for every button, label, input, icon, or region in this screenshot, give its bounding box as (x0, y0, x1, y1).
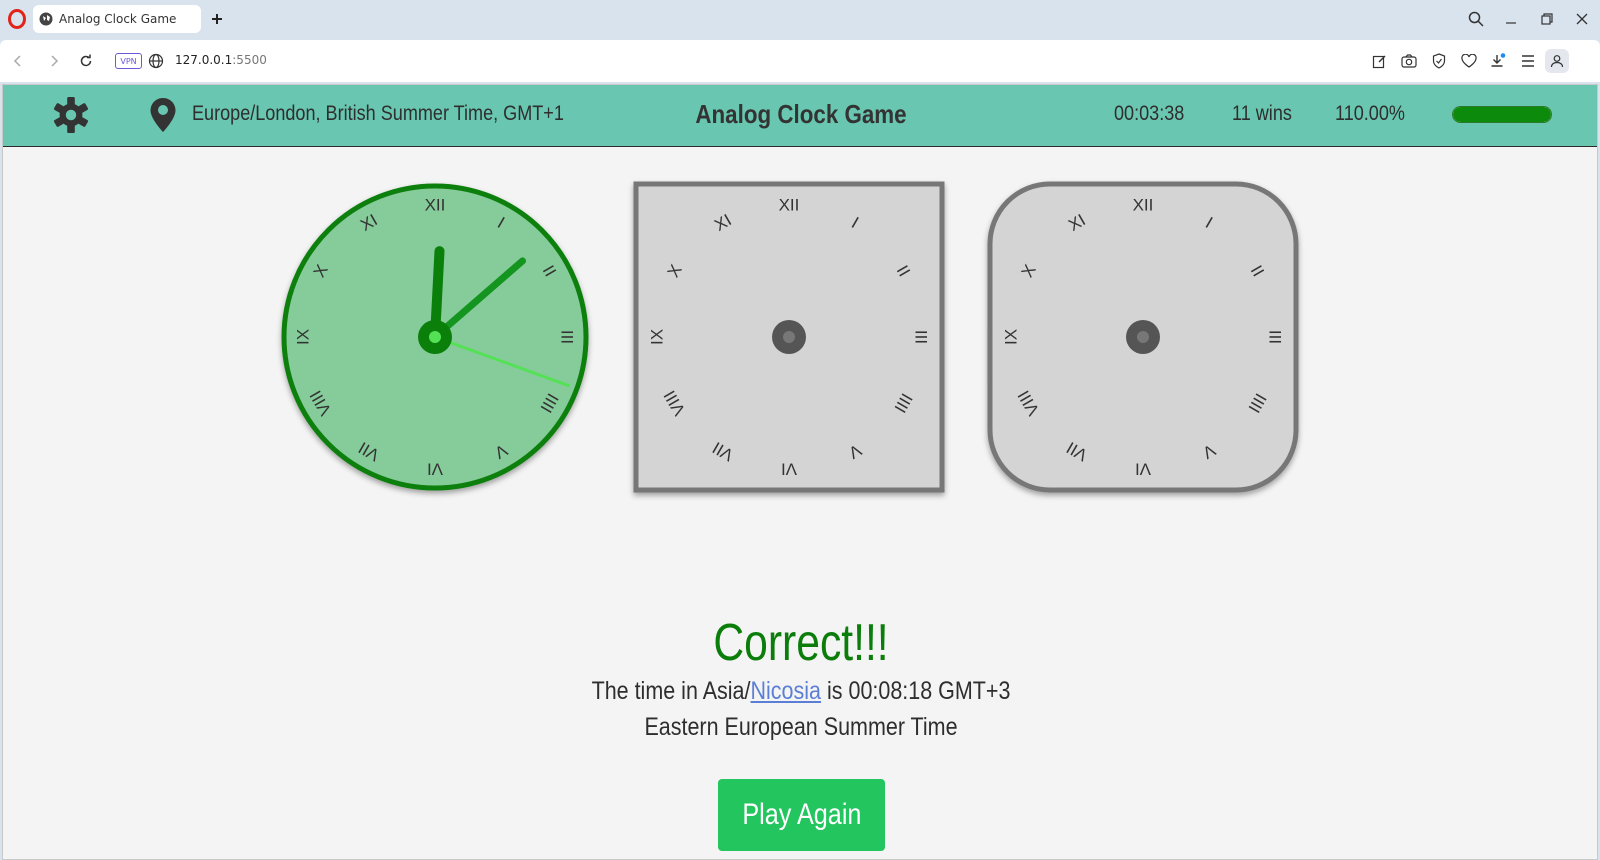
camera-icon (1401, 54, 1417, 68)
new-tab-button[interactable] (208, 10, 226, 28)
url-host: 127.0.0.1 (175, 53, 233, 67)
url-field[interactable]: 127.0.0.1:5500 (175, 53, 267, 67)
restore-button[interactable] (1536, 8, 1558, 30)
menu-lines-icon (1522, 55, 1534, 67)
clock-hub-center (429, 331, 441, 343)
profile-button[interactable] (1545, 49, 1569, 73)
clock-option-rounded-square[interactable]: XII I II III IIII V VI VII VIII IX X XI (987, 181, 1299, 493)
url-port: :5500 (232, 53, 267, 67)
page-title: Analog Clock Game (695, 99, 907, 129)
clock-face-svg: XIIIIIIIIIIIIVVIVIIVIIIIXXXI (987, 181, 1299, 493)
clock-hub-center (783, 331, 795, 343)
forward-button[interactable] (44, 51, 64, 71)
tab-title: Analog Clock Game (59, 12, 177, 26)
game-header: Europe/London, British Summer Time, GMT+… (3, 85, 1597, 147)
search-tabs-button[interactable] (1465, 8, 1487, 30)
result-suffix: is 00:08:18 GMT+3 (821, 677, 1011, 705)
plus-icon (212, 14, 222, 24)
back-button[interactable] (8, 51, 28, 71)
play-again-button[interactable]: Play Again (718, 779, 885, 851)
heart-icon (1461, 54, 1477, 68)
result-prefix: The time in Asia/ (591, 677, 751, 705)
chevron-left-icon (13, 55, 21, 67)
clock-numeral: VI (1135, 460, 1151, 479)
result-time-line: The time in Asia/Nicosia is 00:08:18 GMT… (115, 677, 1488, 706)
downloads-button[interactable] (1489, 52, 1507, 70)
shield-icon (1432, 53, 1446, 69)
clock-numeral: XII (1133, 196, 1154, 215)
clock-face-svg: XIIIIIIIIIIIIVVIVIIVIIIIXXXI (633, 181, 945, 493)
user-icon (1550, 55, 1564, 68)
close-window-button[interactable] (1571, 8, 1593, 30)
vpn-badge[interactable]: VPN (115, 53, 142, 69)
favorites-button[interactable] (1460, 52, 1478, 70)
wins-count: 11 wins (1232, 102, 1292, 125)
browser-tab-bar: Analog Clock Game (0, 0, 1600, 38)
globe-favicon-icon (39, 12, 53, 26)
adblock-button[interactable] (1430, 52, 1448, 70)
reload-icon (80, 54, 92, 67)
clock-numeral: IX (1002, 329, 1021, 345)
tab-analog-clock-game[interactable]: Analog Clock Game (33, 5, 201, 33)
restore-icon (1541, 13, 1553, 25)
clock-option-square[interactable]: XII I II III IIII V VI VII VIII IX X XI (633, 181, 945, 493)
result-zone-name: Eastern European Summer Time (644, 713, 958, 741)
score-percent: 110.00% (1335, 102, 1405, 125)
page-viewport: Europe/London, British Summer Time, GMT+… (2, 84, 1598, 860)
search-icon (1468, 11, 1484, 27)
clock-numeral: XII (779, 196, 800, 215)
clock-hub-center (1137, 331, 1149, 343)
minimize-button[interactable] (1500, 8, 1522, 30)
location-pin-icon[interactable] (149, 97, 177, 133)
city-link[interactable]: Nicosia (751, 677, 822, 705)
minimize-icon (1506, 22, 1516, 24)
clock-numeral: VI (427, 460, 443, 479)
clock-numeral: III (912, 330, 931, 344)
reload-button[interactable] (76, 51, 96, 71)
download-icon (1491, 53, 1506, 67)
site-info-globe-icon[interactable] (148, 53, 164, 69)
close-icon (1576, 13, 1588, 25)
timezone-label: Europe/London, British Summer Time, GMT+… (192, 102, 564, 125)
result-heading: Correct!!! (713, 614, 889, 672)
easy-setup-button[interactable] (1519, 52, 1537, 70)
edit-icon (1372, 55, 1385, 68)
clock-face-svg: XIIIIIIIIIIIIVVIVIIVIIIIXXXI (281, 183, 589, 491)
camera-button[interactable] (1400, 52, 1418, 70)
opera-logo-icon[interactable] (8, 9, 26, 29)
clock-numeral: III (1266, 330, 1285, 344)
clock-numeral: III (558, 330, 577, 344)
play-again-label: Play Again (741, 798, 862, 831)
clock-numeral: IX (294, 329, 313, 345)
score-progress-fill (1453, 107, 1551, 122)
clock-numeral: VI (781, 460, 797, 479)
address-bar: VPN 127.0.0.1:5500 (0, 40, 1600, 114)
settings-gear-icon[interactable] (52, 96, 90, 134)
snapshot-edit-button[interactable] (1370, 52, 1388, 70)
elapsed-timer: 00:03:38 (1114, 102, 1185, 125)
clock-numeral: IX (648, 329, 667, 345)
clock-option-round[interactable]: XII I II III IIII V VI VII VIII IX X XI (279, 181, 591, 493)
clock-numeral: XII (425, 196, 446, 215)
score-progress-bar (1452, 106, 1552, 123)
chevron-right-icon (51, 55, 59, 67)
